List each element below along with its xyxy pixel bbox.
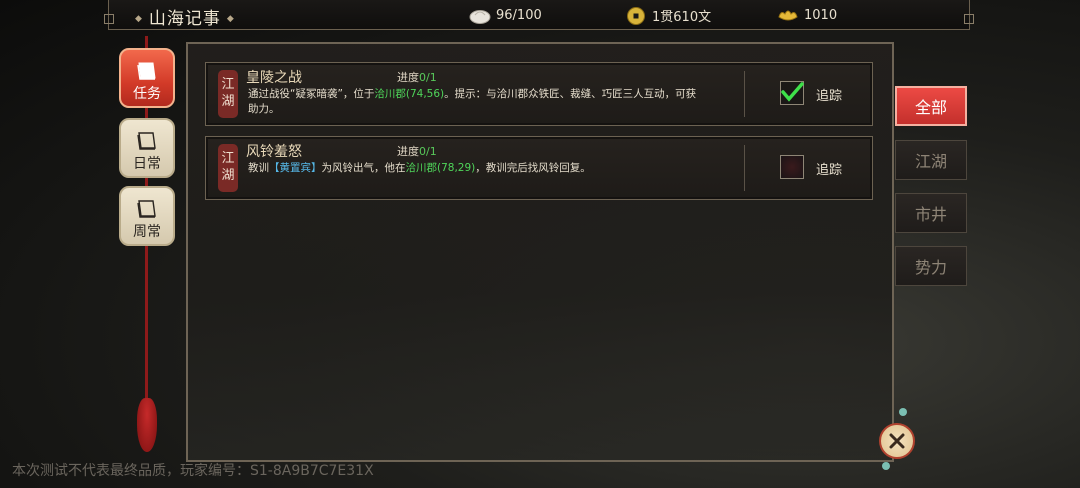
location-link[interactable]: 洽川郡(74,56) [374, 88, 444, 100]
gold-ingot-icon [778, 10, 798, 21]
desc-text: ，教训完后找风铃回复。 [475, 162, 591, 174]
stamina-counter: 96/100 [469, 6, 542, 24]
scroll-icon [137, 132, 156, 150]
filter-tab-all[interactable]: 全部 [895, 86, 967, 126]
divider [744, 145, 745, 191]
quest-progress-label: 进度 [397, 145, 419, 158]
page-title: ◆ 山海记事 ◆ [129, 4, 241, 29]
track-checkbox[interactable] [780, 81, 804, 105]
copper-value: 1贯610文 [652, 10, 712, 25]
scroll-icon [137, 200, 156, 218]
sidebar-tab-label: 任务 [133, 86, 161, 102]
quest-progress: 进度0/1 [397, 143, 437, 159]
stamina-value: 96/100 [496, 7, 542, 23]
desc-text: 为风铃出气，他在 [321, 162, 406, 174]
gold-value: 1010 [804, 7, 838, 23]
checkmark-icon [781, 82, 804, 102]
quest-category-tag: 江湖 [218, 70, 238, 118]
jade-bead-icon [882, 462, 890, 470]
filter-tab-faction[interactable]: 势力 [895, 246, 967, 286]
copper-coin-icon [627, 6, 645, 25]
close-icon [889, 433, 905, 449]
diamond-ornament-icon: ◆ [226, 14, 235, 24]
location-link[interactable]: 洽川郡(78,29) [406, 162, 476, 174]
quest-card[interactable]: 江湖 风铃羞怒 进度0/1 教训【黄置宾】为风铃出气，他在洽川郡(78,29)，… [205, 136, 873, 200]
frame-corner [964, 14, 974, 24]
quest-name: 风铃羞怒 [246, 144, 302, 160]
quest-progress-value: 0/1 [419, 71, 437, 84]
sidebar-tab-weekly[interactable]: 周常 [119, 186, 175, 246]
desc-text: 通过战役“疑冢暗袭”，位于 [248, 88, 375, 100]
copper-counter: 1贯610文 [625, 6, 711, 25]
sidebar-tab-label: 周常 [133, 224, 161, 240]
quest-description: 教训【黄置宾】为风铃出气，他在洽川郡(78,29)，教训完后找风铃回复。 [248, 161, 698, 176]
quest-name: 皇陵之战 [246, 70, 302, 86]
build-watermark: 本次测试不代表最终品质，玩家编号：S1-8A9B7C7E31X [12, 463, 374, 479]
close-button[interactable] [879, 423, 915, 459]
sidebar-tab-label: 日常 [133, 156, 161, 172]
quest-card[interactable]: 江湖 皇陵之战 进度0/1 通过战役“疑冢暗袭”，位于洽川郡(74,56)。提示… [205, 62, 873, 126]
quest-category-tag: 江湖 [218, 144, 238, 192]
red-tassel-icon [137, 398, 157, 452]
track-checkbox[interactable] [780, 155, 804, 179]
page-title-text: 山海记事 [148, 9, 221, 29]
npc-link[interactable]: 【黄置宾】 [269, 162, 322, 174]
diamond-ornament-icon: ◆ [135, 14, 143, 24]
desc-text: 教训 [248, 162, 269, 174]
frame-corner [104, 14, 114, 24]
top-bar: ◆ 山海记事 ◆ 96/100 1贯610文 1010 [104, 0, 974, 30]
quest-progress: 进度0/1 [397, 69, 437, 85]
gold-counter: 1010 [777, 6, 837, 24]
bun-icon [469, 10, 491, 24]
filter-tab-jianghu[interactable]: 江湖 [895, 140, 967, 180]
track-label: 追踪 [816, 163, 843, 178]
quest-progress-value: 0/1 [419, 145, 437, 158]
track-label: 追踪 [816, 89, 843, 104]
jade-bead-icon [899, 408, 907, 416]
quest-progress-label: 进度 [397, 71, 419, 84]
sidebar-tab-quests[interactable]: 任务 [119, 48, 175, 108]
quest-description: 通过战役“疑冢暗袭”，位于洽川郡(74,56)。提示：与洽川郡众铁匠、裁缝、巧匠… [248, 87, 698, 117]
divider [744, 71, 745, 117]
scroll-icon [137, 62, 156, 80]
sidebar-tab-daily[interactable]: 日常 [119, 118, 175, 178]
filter-tab-shijing[interactable]: 市井 [895, 193, 967, 233]
